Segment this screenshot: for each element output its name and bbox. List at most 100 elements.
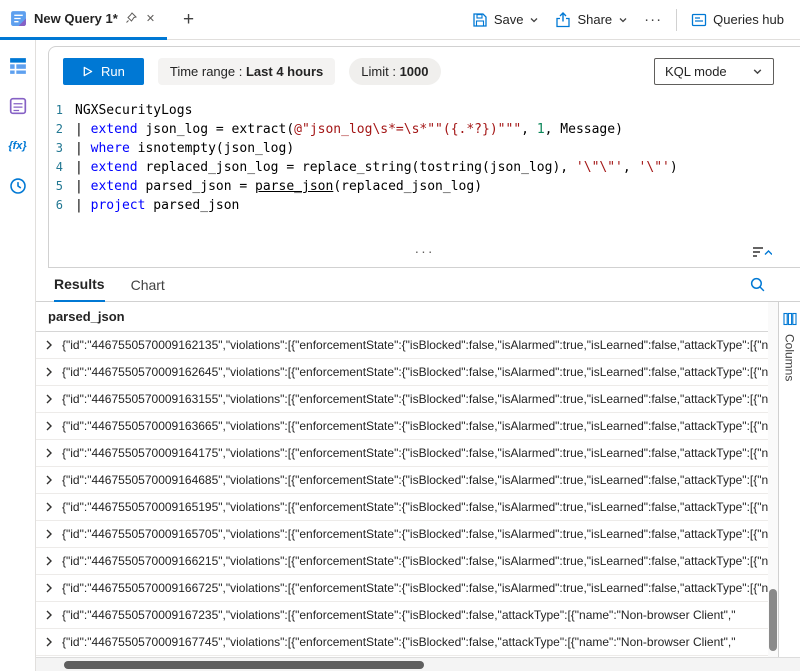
code-lines: 1NGXSecurityLogs2| extend json_log = ext… [49,101,800,215]
limit-pill[interactable]: Limit : 1000 [349,58,440,85]
code-text: | project parsed_json [75,196,239,215]
row-json-text: {"id":"4467550570009166725","violations"… [62,581,768,595]
query-toolbar: Run Time range : Last 4 hours Limit : 10… [49,47,800,95]
sidebar-item-tables[interactable] [8,56,28,76]
expand-chevron-icon[interactable] [44,394,54,404]
search-icon [749,276,766,293]
table-row[interactable]: {"id":"4467550570009162645","violations"… [36,359,768,386]
main-area: Run Time range : Last 4 hours Limit : 10… [36,40,800,671]
vertical-scrollbar-thumb[interactable] [769,589,777,651]
editor-splitter: ··· [49,243,800,267]
row-json-text: {"id":"4467550570009164175","violations"… [62,446,768,460]
expand-chevron-icon[interactable] [44,448,54,458]
table-row[interactable]: {"id":"4467550570009166725","violations"… [36,575,768,602]
horizontal-scrollbar-thumb[interactable] [64,661,424,669]
sidebar: {fx} [0,40,36,671]
topbar-actions: Save Share ··· Queries hub [464,0,800,39]
collapse-editor-button[interactable] [752,245,772,259]
tab-chart[interactable]: Chart [131,268,165,302]
share-icon [555,12,571,28]
code-line[interactable]: 6| project parsed_json [49,196,800,215]
functions-icon: {fx} [8,140,26,152]
search-results-button[interactable] [749,276,766,293]
save-button[interactable]: Save [464,7,548,33]
columns-pane-label: Columns [783,334,797,381]
close-icon[interactable]: ✕ [144,12,157,25]
results-panel: Results Chart parsed_json {"id":"4467550… [36,268,800,671]
columns-pane-tab[interactable]: Columns [778,302,800,657]
table-row[interactable]: {"id":"4467550570009165705","violations"… [36,521,768,548]
expand-chevron-icon[interactable] [44,583,54,593]
row-json-text: {"id":"4467550570009167745","violations"… [62,635,768,649]
tab-new-query[interactable]: New Query 1* ✕ [0,0,167,40]
table-row[interactable]: {"id":"4467550570009163155","violations"… [36,386,768,413]
sidebar-item-functions[interactable]: {fx} [8,136,28,156]
sidebar-item-history[interactable] [8,176,28,196]
save-label: Save [494,12,524,27]
results-body: parsed_json {"id":"4467550570009162135",… [36,302,800,657]
expand-chevron-icon[interactable] [44,610,54,620]
expand-chevron-icon[interactable] [44,529,54,539]
limit-value: 1000 [400,64,429,79]
row-json-text: {"id":"4467550570009162135","violations"… [62,338,768,352]
run-button[interactable]: Run [63,58,144,85]
results-grid: parsed_json {"id":"4467550570009162135",… [36,302,768,657]
queries-hub-icon [691,12,707,28]
sidebar-item-queries[interactable] [8,96,28,116]
divider [676,9,677,31]
expand-chevron-icon[interactable] [44,421,54,431]
table-row[interactable]: {"id":"4467550570009165195","violations"… [36,494,768,521]
code-text: | extend json_log = extract(@"json_log\s… [75,120,623,139]
grid-rows: {"id":"4467550570009162135","violations"… [36,332,768,657]
code-text: | extend parsed_json = parse_json(replac… [75,177,482,196]
table-row[interactable]: {"id":"4467550570009166215","violations"… [36,548,768,575]
table-row[interactable]: {"id":"4467550570009164175","violations"… [36,440,768,467]
table-row[interactable]: {"id":"4467550570009162135","violations"… [36,332,768,359]
more-button[interactable]: ··· [636,6,670,33]
queries-hub-button[interactable]: Queries hub [683,7,792,33]
code-editor[interactable]: 1NGXSecurityLogs2| extend json_log = ext… [49,95,800,243]
save-icon [472,12,488,28]
row-json-text: {"id":"4467550570009163155","violations"… [62,392,768,406]
horizontal-scrollbar[interactable] [36,657,800,671]
row-json-text: {"id":"4467550570009167235","violations"… [62,608,768,622]
splitter-handle[interactable]: ··· [415,243,435,259]
expand-chevron-icon[interactable] [44,367,54,377]
row-json-text: {"id":"4467550570009165705","violations"… [62,527,768,541]
expand-chevron-icon[interactable] [44,637,54,647]
vertical-scrollbar[interactable] [768,302,778,657]
table-row[interactable]: {"id":"4467550570009164685","violations"… [36,467,768,494]
expand-chevron-icon[interactable] [44,556,54,566]
time-range-picker[interactable]: Time range : Last 4 hours [158,58,335,85]
code-line[interactable]: 3| where isnotempty(json_log) [49,139,800,158]
column-header-parsed-json[interactable]: parsed_json [36,302,768,332]
table-row[interactable]: {"id":"4467550570009163665","violations"… [36,413,768,440]
queries-hub-label: Queries hub [713,12,784,27]
chevron-down-icon[interactable] [618,15,628,25]
table-row[interactable]: {"id":"4467550570009167745","violations"… [36,629,768,656]
line-number: 2 [49,120,75,139]
new-tab-button[interactable]: + [183,10,194,29]
line-number: 3 [49,139,75,158]
expand-chevron-icon[interactable] [44,475,54,485]
limit-label: Limit : [361,64,396,79]
pin-icon[interactable] [125,12,137,24]
line-number: 1 [49,101,75,120]
share-button[interactable]: Share [547,7,636,33]
code-line[interactable]: 2| extend json_log = extract(@"json_log\… [49,120,800,139]
time-range-label: Time range : [170,64,243,79]
code-line[interactable]: 1NGXSecurityLogs [49,101,800,120]
chevron-down-icon[interactable] [529,15,539,25]
expand-chevron-icon[interactable] [44,502,54,512]
code-line[interactable]: 5| extend parsed_json = parse_json(repla… [49,177,800,196]
line-number: 5 [49,177,75,196]
tab-results[interactable]: Results [54,268,105,302]
play-icon [82,66,93,77]
tab-title: New Query 1* [34,11,118,26]
row-json-text: {"id":"4467550570009166215","violations"… [62,554,768,568]
table-row[interactable]: {"id":"4467550570009167235","violations"… [36,602,768,629]
expand-chevron-icon[interactable] [44,340,54,350]
kql-mode-label: KQL mode [665,64,727,79]
code-line[interactable]: 4| extend replaced_json_log = replace_st… [49,158,800,177]
kql-mode-select[interactable]: KQL mode [654,58,774,85]
